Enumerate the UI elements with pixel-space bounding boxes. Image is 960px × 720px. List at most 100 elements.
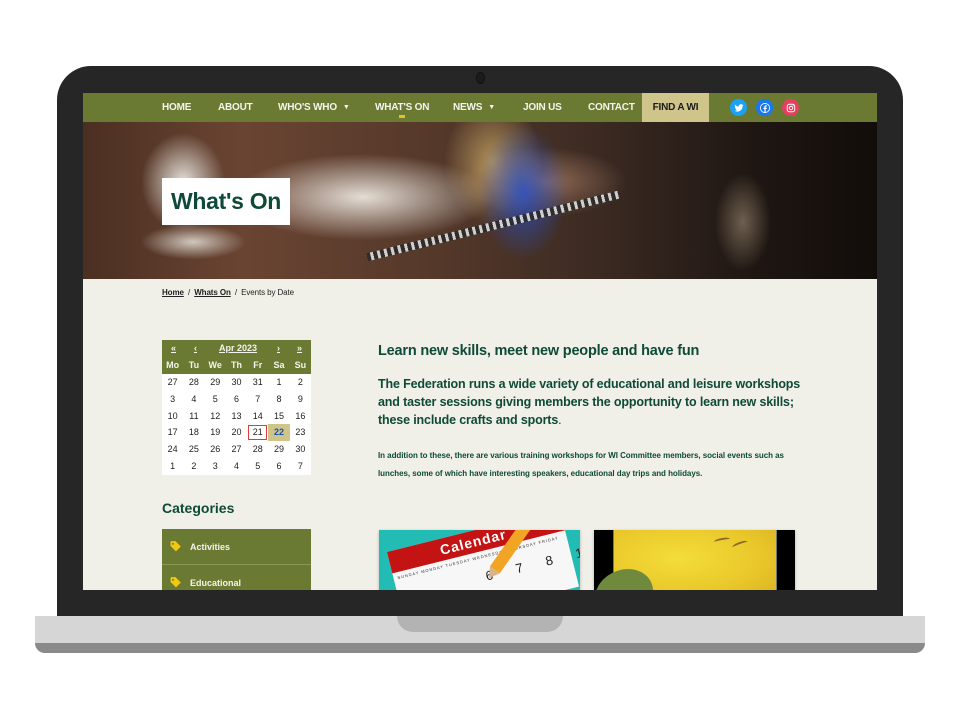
calendar-day[interactable]: 16 <box>290 408 311 425</box>
category-educational[interactable]: Educational <box>162 565 311 590</box>
calendar-day[interactable]: 29 <box>205 374 226 391</box>
weekday-label: Tu <box>188 360 200 370</box>
calendar-day[interactable]: 28 <box>183 374 204 391</box>
instagram-icon <box>786 103 795 112</box>
calendar-day[interactable]: 7 <box>247 391 268 408</box>
calendar-header: « ‹ Apr 2023 › » <box>162 340 311 357</box>
calendar-day[interactable]: 27 <box>226 441 247 458</box>
calendar-day[interactable]: 18 <box>183 424 204 441</box>
weekday-label: Sa <box>273 360 285 370</box>
calendar-day[interactable]: 24 <box>162 441 183 458</box>
body-paragraph: In addition to these, there are various … <box>378 451 784 478</box>
tag-icon <box>170 577 181 588</box>
prev-month-button[interactable]: ‹ <box>194 343 197 353</box>
calendar-day[interactable]: 1 <box>268 374 289 391</box>
nav-label: ABOUT <box>218 102 253 113</box>
nav-label: HOME <box>162 102 192 113</box>
nav-contact[interactable]: CONTACT <box>588 93 635 122</box>
weekday-label: Fr <box>253 360 263 370</box>
calendar-day[interactable]: 9 <box>290 391 311 408</box>
calendar-day[interactable]: 27 <box>162 374 183 391</box>
calendar-day[interactable]: 4 <box>226 458 247 475</box>
calendar-day[interactable]: 5 <box>247 458 268 475</box>
nav-join-us[interactable]: JOIN US <box>523 93 562 122</box>
events-calendar: « ‹ Apr 2023 › » Mo Tu We Th Fr Sa Su 27 28 29 30… <box>162 340 311 475</box>
calendar-day-selected[interactable]: 22 <box>268 424 290 442</box>
calendar-day[interactable]: 11 <box>183 408 204 425</box>
facebook-icon <box>759 102 770 113</box>
nav-news[interactable]: NEWS ▼ <box>453 93 495 122</box>
laptop-base-edge <box>35 643 925 653</box>
instagram-button[interactable] <box>782 99 799 116</box>
bird-icon <box>731 539 749 550</box>
calendar-day[interactable]: 5 <box>205 391 226 408</box>
page-title: What's On <box>170 188 282 214</box>
nav-about[interactable]: ABOUT <box>218 93 253 122</box>
prev-year-button[interactable]: « <box>171 343 176 353</box>
categories-list: Activities Educational <box>162 529 311 590</box>
breadcrumb-separator: / <box>234 288 237 297</box>
calendar-day[interactable]: 17 <box>162 424 183 441</box>
nav-label: NEWS <box>453 102 483 113</box>
weekday-label: Mo <box>166 360 180 370</box>
breadcrumb-whats-on[interactable]: Whats On <box>194 288 231 297</box>
calendar-day[interactable]: 14 <box>247 408 268 425</box>
painting-illustration <box>594 530 777 590</box>
calendar-day[interactable]: 26 <box>205 441 226 458</box>
calendar-day[interactable]: 2 <box>183 458 204 475</box>
calendar-day[interactable]: 7 <box>290 458 311 475</box>
calendar-day[interactable]: 2 <box>290 374 311 391</box>
nav-whats-on[interactable]: WHAT'S ON <box>375 93 429 122</box>
find-a-wi-button[interactable]: FIND A WI <box>642 93 709 122</box>
calendar-day[interactable]: 6 <box>226 391 247 408</box>
calendar-day[interactable]: 31 <box>247 374 268 391</box>
webcam-icon <box>476 72 485 84</box>
calendar-day[interactable]: 6 <box>268 458 289 475</box>
calendar-day[interactable]: 28 <box>247 441 268 458</box>
chevron-down-icon: ▼ <box>488 104 495 111</box>
nav-home[interactable]: HOME <box>162 93 191 122</box>
lead-paragraph: The Federation runs a wide variety of ed… <box>378 375 808 429</box>
calendar-day[interactable]: 4 <box>183 391 204 408</box>
calendar-day[interactable]: 29 <box>268 441 289 458</box>
weekday-label: We <box>208 360 222 370</box>
leaf-shape <box>594 559 662 590</box>
calendar-day[interactable]: 8 <box>268 391 289 408</box>
chevron-down-icon: ▼ <box>342 104 350 111</box>
event-card-painting[interactable] <box>594 530 795 590</box>
facebook-button[interactable] <box>756 99 773 116</box>
nav-label: CONTACT <box>588 102 635 113</box>
calendar-day[interactable]: 19 <box>205 424 226 441</box>
calendar-day[interactable]: 30 <box>226 374 247 391</box>
weekday-label: Th <box>230 360 242 370</box>
calendar-day[interactable]: 13 <box>226 408 247 425</box>
section-heading: Learn new skills, meet new people and ha… <box>378 343 700 359</box>
calendar-day[interactable]: 3 <box>162 391 183 408</box>
event-card-calendar[interactable]: Calendar SUNDAY MONDAY TUESDAY WEDNESDAY… <box>379 530 580 590</box>
breadcrumb-home[interactable]: Home <box>162 288 184 297</box>
month-label[interactable]: Apr 2023 <box>219 343 257 353</box>
calendar-day[interactable]: 10 <box>162 408 183 425</box>
nav-label: JOIN US <box>523 102 562 113</box>
lead-end: . <box>558 413 562 427</box>
calendar-day-today[interactable]: 21 <box>247 424 268 441</box>
calendar-day[interactable]: 23 <box>290 424 311 441</box>
calendar-day[interactable]: 12 <box>205 408 226 425</box>
hero-banner: What's On <box>83 122 877 279</box>
calendar-day[interactable]: 15 <box>268 408 289 425</box>
calendar-day[interactable]: 30 <box>290 441 311 458</box>
category-activities[interactable]: Activities <box>162 529 311 565</box>
calendar-day[interactable]: 25 <box>183 441 204 458</box>
calendar-day[interactable]: 1 <box>162 458 183 475</box>
next-year-button[interactable]: » <box>297 343 302 353</box>
calendar-day[interactable]: 20 <box>226 424 247 441</box>
weekday-label: Su <box>294 360 307 370</box>
calendar-weekdays: Mo Tu We Th Fr Sa Su <box>162 357 311 374</box>
lead-text: The Federation runs a wide variety of ed… <box>378 377 801 427</box>
nav-whos-who[interactable]: WHO'S WHO ▼ <box>278 93 350 122</box>
next-month-button[interactable]: › <box>277 343 280 353</box>
tag-icon <box>170 541 181 552</box>
calendar-illustration: Calendar SUNDAY MONDAY TUESDAY WEDNESDAY… <box>387 530 580 590</box>
calendar-day[interactable]: 3 <box>205 458 226 475</box>
twitter-button[interactable] <box>730 99 747 116</box>
